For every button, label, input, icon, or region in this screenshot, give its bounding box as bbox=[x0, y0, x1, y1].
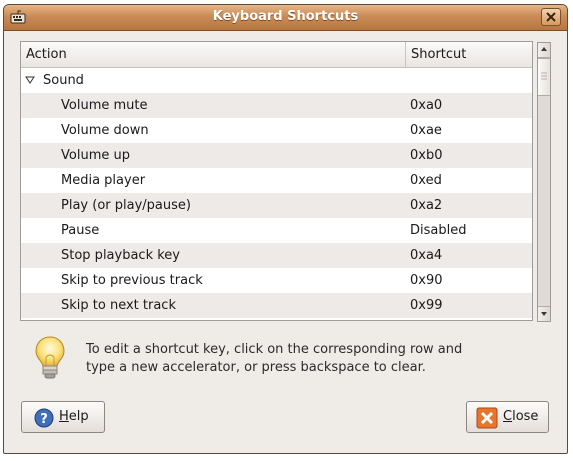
table-row[interactable]: Skip to previous track 0x90 bbox=[21, 268, 532, 293]
table-row[interactable]: Volume down 0xae bbox=[21, 118, 532, 143]
hint-text: To edit a shortcut key, click on the cor… bbox=[86, 341, 486, 377]
shortcut-cell: 0xb0 bbox=[410, 148, 443, 163]
close-button-label: Close bbox=[503, 409, 539, 424]
title-bar[interactable]: Keyboard Shortcuts bbox=[4, 5, 567, 31]
table-row[interactable]: Volume up 0xb0 bbox=[21, 143, 532, 168]
keyboard-shortcuts-window: Keyboard Shortcuts Action Shortcut Sound… bbox=[3, 4, 568, 454]
scrollbar-thumb[interactable] bbox=[538, 58, 550, 96]
help-icon: ? bbox=[34, 408, 54, 428]
table-row[interactable]: Media player 0xed bbox=[21, 168, 532, 193]
action-cell: Pause bbox=[61, 223, 100, 238]
shortcut-cell: 0xa2 bbox=[410, 198, 443, 213]
window-close-button[interactable] bbox=[541, 8, 561, 26]
shortcut-cell: 0xed bbox=[410, 173, 442, 188]
group-label: Sound bbox=[43, 73, 84, 88]
action-cell: Skip to previous track bbox=[61, 273, 203, 288]
window-title: Keyboard Shortcuts bbox=[212, 9, 359, 24]
tree-header: Action Shortcut bbox=[21, 42, 532, 68]
shortcuts-tree[interactable]: Action Shortcut Sound Volume mute 0xa0 V… bbox=[20, 41, 533, 321]
close-button[interactable]: Close bbox=[466, 401, 549, 433]
column-header-shortcut[interactable]: Shortcut bbox=[406, 42, 532, 67]
action-cell: Skip to next track bbox=[61, 298, 176, 313]
table-row[interactable]: Play (or play/pause) 0xa2 bbox=[21, 193, 532, 218]
close-x-icon bbox=[546, 12, 556, 22]
scroll-down-button[interactable] bbox=[538, 306, 550, 321]
action-cell: Volume mute bbox=[61, 98, 148, 113]
column-header-action[interactable]: Action bbox=[21, 42, 406, 67]
shortcut-cell: 0x90 bbox=[410, 273, 443, 288]
shortcut-cell: 0x99 bbox=[410, 298, 443, 313]
action-cell: Play (or play/pause) bbox=[61, 198, 191, 213]
tree-rows: Sound Volume mute 0xa0 Volume down 0xae … bbox=[21, 68, 532, 318]
scroll-up-button[interactable] bbox=[538, 43, 550, 58]
svg-text:?: ? bbox=[40, 412, 48, 427]
close-icon bbox=[476, 407, 498, 429]
table-row[interactable]: Volume mute 0xa0 bbox=[21, 93, 532, 118]
expander-triangle-icon[interactable] bbox=[25, 76, 35, 84]
group-row-sound[interactable]: Sound bbox=[21, 68, 532, 93]
action-cell: Media player bbox=[61, 173, 146, 188]
shortcut-cell: Disabled bbox=[410, 223, 467, 238]
grip-icon bbox=[541, 72, 547, 80]
hint-line-1: To edit a shortcut key, click on the cor… bbox=[86, 342, 463, 357]
lightbulb-icon bbox=[35, 336, 65, 379]
action-cell: Volume up bbox=[61, 148, 130, 163]
action-cell: Stop playback key bbox=[61, 248, 180, 263]
table-row[interactable]: Stop playback key 0xa4 bbox=[21, 243, 532, 268]
shortcut-cell: 0xae bbox=[410, 123, 442, 138]
help-button-label: Help bbox=[59, 409, 89, 424]
shortcut-cell: 0xa4 bbox=[410, 248, 443, 263]
hint-line-2: type a new accelerator, or press backspa… bbox=[86, 360, 426, 375]
help-button[interactable]: ? Help bbox=[21, 401, 105, 433]
table-row[interactable]: Pause Disabled bbox=[21, 218, 532, 243]
table-row[interactable]: Skip to next track 0x99 bbox=[21, 293, 532, 318]
shortcut-cell: 0xa0 bbox=[410, 98, 443, 113]
arrow-down-icon bbox=[541, 312, 547, 316]
arrow-up-icon bbox=[541, 47, 547, 51]
action-cell: Volume down bbox=[61, 123, 149, 138]
vertical-scrollbar[interactable] bbox=[537, 42, 551, 322]
